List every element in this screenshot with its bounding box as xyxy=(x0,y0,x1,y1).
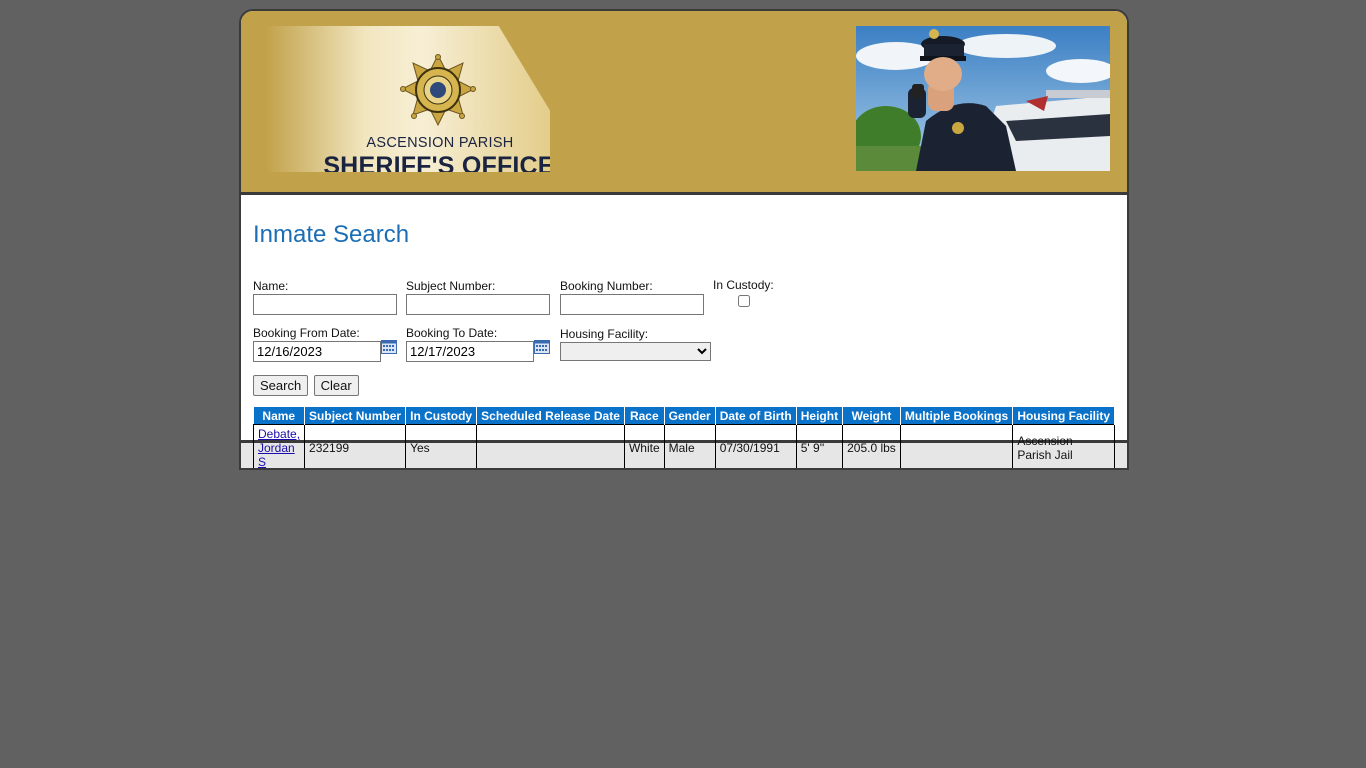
cell-in-custody: Yes xyxy=(405,424,478,468)
search-button[interactable]: Search xyxy=(253,375,309,396)
col-header-name: Name xyxy=(253,407,306,425)
cell-weight: 205.0 lbs xyxy=(842,424,901,468)
logo-parish-text: ASCENSION PARISH xyxy=(366,135,514,151)
logo-office-text: SHERIFF'S OFFICE xyxy=(323,152,555,180)
calendar-icon[interactable] xyxy=(534,340,550,354)
col-header-dob: Date of Birth xyxy=(715,407,797,425)
sheriff-badge-icon xyxy=(400,53,476,127)
booking-number-field-group: Booking Number: xyxy=(560,279,704,315)
booking-number-input[interactable] xyxy=(560,294,704,315)
sheriff-logo[interactable]: ASCENSION PARISH SHERIFF'S OFFICE xyxy=(265,26,550,172)
in-custody-field-group: In Custody: xyxy=(713,278,774,312)
col-header-race: Race xyxy=(624,407,665,425)
subject-number-input[interactable] xyxy=(406,294,550,315)
cell-release-date xyxy=(476,424,625,468)
name-input[interactable] xyxy=(253,294,397,315)
page-title: Inmate Search xyxy=(253,221,410,248)
col-header-weight: Weight xyxy=(842,407,901,425)
cell-gender: Male xyxy=(663,424,716,468)
in-custody-checkbox[interactable] xyxy=(738,295,750,307)
housing-facility-field-group: Housing Facility: xyxy=(560,327,711,361)
cell-race: White xyxy=(623,424,665,468)
page-frame: ASCENSION PARISH SHERIFF'S OFFICE Inmate… xyxy=(239,9,1129,470)
officer-photo xyxy=(856,26,1110,171)
name-field-group: Name: xyxy=(253,279,397,315)
search-panel: Inmate Search Name: Subject Number: Book… xyxy=(241,195,1127,468)
name-label: Name: xyxy=(253,279,289,293)
housing-facility-label: Housing Facility: xyxy=(560,327,649,341)
booking-number-label: Booking Number: xyxy=(560,279,653,293)
cell-name: Debate, Jordan S xyxy=(252,424,306,468)
booking-from-label: Booking From Date: xyxy=(253,326,360,340)
results-table: Name Subject Number In Custody Scheduled… xyxy=(252,407,1115,468)
cell-height: 5' 9'' xyxy=(795,424,844,468)
booking-to-field-group: Booking To Date: xyxy=(406,326,550,362)
col-header-gender: Gender xyxy=(664,407,716,425)
booking-to-input[interactable] xyxy=(406,341,534,362)
col-header-multiple-bookings: Multiple Bookings xyxy=(900,407,1014,425)
site-header: ASCENSION PARISH SHERIFF'S OFFICE xyxy=(241,11,1127,195)
col-header-height: Height xyxy=(796,407,844,425)
calendar-icon[interactable] xyxy=(381,340,397,354)
col-header-release-date: Scheduled Release Date xyxy=(476,407,625,425)
col-header-housing-facility: Housing Facility xyxy=(1012,407,1115,425)
cell-multiple-bookings xyxy=(899,424,1014,468)
cell-housing-facility: Ascension Parish Jail xyxy=(1012,424,1115,468)
cell-subject-number: 232199 xyxy=(304,424,407,468)
col-header-in-custody: In Custody xyxy=(405,407,478,425)
results-header-row: Name Subject Number In Custody Scheduled… xyxy=(253,407,1115,425)
in-custody-label: In Custody: xyxy=(713,278,774,292)
table-row: Debate, Jordan S 232199 Yes White Male 0… xyxy=(252,424,1115,468)
form-buttons: Search Clear xyxy=(253,375,359,396)
cell-dob: 07/30/1991 xyxy=(714,424,797,468)
booking-from-input[interactable] xyxy=(253,341,381,362)
inmate-name-link[interactable]: Debate, Jordan S xyxy=(258,427,300,468)
col-header-subject-number: Subject Number xyxy=(304,407,407,425)
subject-number-label: Subject Number: xyxy=(406,279,496,293)
clear-button[interactable]: Clear xyxy=(313,375,359,396)
officer-photo-illustration xyxy=(856,26,1110,171)
housing-facility-select[interactable] xyxy=(560,342,711,361)
subject-number-field-group: Subject Number: xyxy=(406,279,550,315)
booking-from-field-group: Booking From Date: xyxy=(253,326,397,362)
booking-to-label: Booking To Date: xyxy=(406,326,498,340)
